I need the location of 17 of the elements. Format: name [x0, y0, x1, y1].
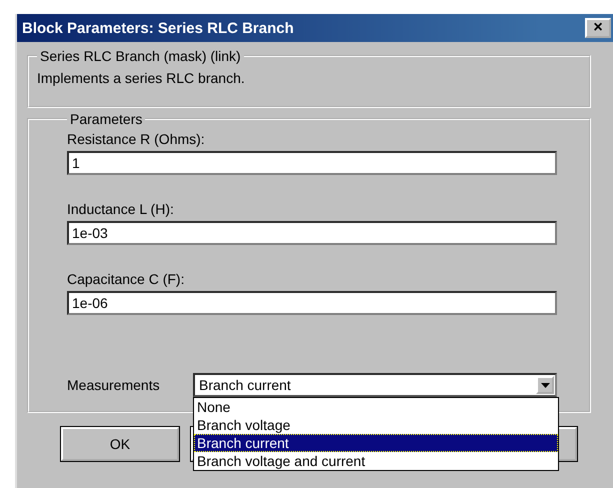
window-title: Block Parameters: Series RLC Branch [22, 20, 294, 36]
group-title: Series RLC Branch (mask) (link) [39, 48, 242, 64]
field-label: Capacitance C (F): [67, 270, 186, 289]
input-field[interactable]: 1 [67, 151, 557, 175]
dropdown-option[interactable]: None [194, 398, 558, 416]
field-label: Measurements [67, 377, 161, 393]
dropdown-option[interactable]: Branch current [194, 434, 558, 452]
close-button[interactable]: × [585, 18, 611, 38]
input-field[interactable]: 1e-03 [67, 221, 557, 245]
ok-button[interactable]: OK [61, 427, 179, 461]
field-label: Resistance R (Ohms): [67, 130, 206, 149]
description-text: Implements a series RLC branch. [37, 70, 246, 86]
input-field[interactable]: 1e-06 [67, 291, 557, 315]
dropdown-option[interactable]: Branch voltage and current [194, 452, 558, 470]
group-title: Parameters [69, 111, 144, 127]
field-label: Inductance L (H): [67, 200, 175, 219]
dropdown-option[interactable]: Branch voltage [194, 416, 558, 434]
